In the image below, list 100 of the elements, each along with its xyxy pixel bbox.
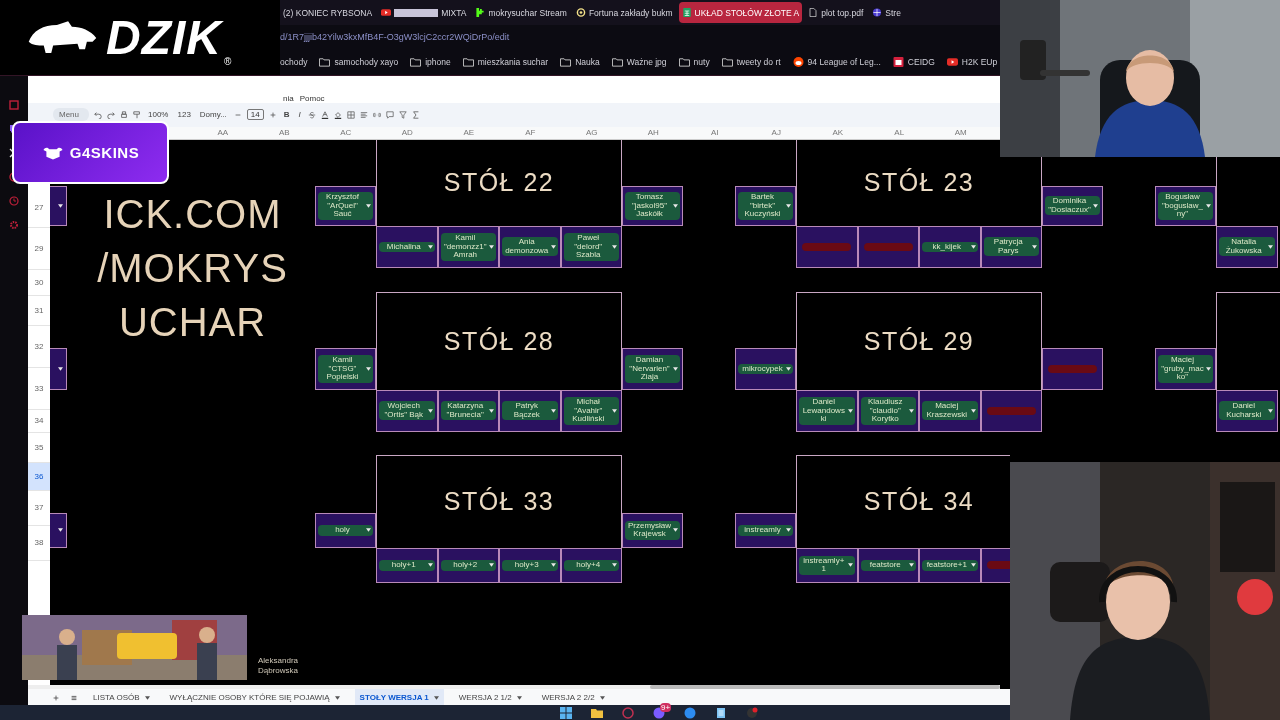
column-header[interactable]: AA — [192, 128, 254, 138]
app-icon[interactable] — [746, 706, 758, 719]
browser-tab[interactable]: UKŁAD STOŁÓW ZŁOTE A — [678, 2, 803, 23]
name-dropdown[interactable]: instreamly — [738, 525, 793, 536]
link-icon[interactable] — [372, 110, 381, 119]
browser-tab[interactable]: plot top.pdf — [805, 2, 867, 23]
column-header[interactable]: AL — [868, 128, 930, 138]
menu-search-field[interactable]: Menu — [53, 108, 89, 122]
name-dropdown[interactable]: featstore+1 — [922, 560, 978, 571]
circle-app-icon[interactable] — [684, 706, 696, 719]
name-dropdown[interactable]: Patrycja Parys — [983, 237, 1039, 257]
name-dropdown[interactable]: holy+2 — [440, 560, 496, 571]
bold-button[interactable]: B — [281, 110, 292, 120]
sheet-tab[interactable]: WYŁĄCZNIE OSOBY KTÓRE SIĘ POJAWIĄ — [164, 689, 345, 706]
name-dropdown[interactable]: kk_kijek — [922, 241, 978, 253]
font-size-field[interactable]: 14 — [246, 109, 264, 121]
name-dropdown[interactable]: Krzysztof "ArQuel" Sauć — [318, 192, 373, 220]
name-dropdown[interactable]: Daniel Lewandowski — [799, 397, 855, 425]
add-sheet-icon[interactable] — [52, 693, 60, 702]
name-dropdown[interactable]: Ania demonzowa — [502, 237, 558, 257]
column-header[interactable]: AK — [807, 128, 869, 138]
name-dropdown[interactable]: Paweł "delord" Szabla — [563, 233, 619, 261]
browser-tab[interactable]: Fortuna zakłady bukm — [572, 2, 676, 23]
align-icon[interactable] — [359, 110, 368, 119]
name-dropdown[interactable]: Maciej Kraszewski — [922, 401, 978, 421]
fill-color-icon[interactable] — [333, 110, 342, 119]
name-dropdown[interactable]: Wojciech "Ortis" Bąk — [379, 401, 435, 421]
column-header[interactable]: AH — [622, 128, 684, 138]
browser-tab[interactable]: (2) KONIEC RYBSONA — [280, 2, 376, 23]
name-dropdown[interactable]: Bogusław "boguslaw_ny" — [1158, 192, 1213, 220]
bookmark[interactable]: Ważne jpg — [611, 57, 667, 67]
name-dropdown[interactable]: Kamil "demonzz1" Amrah — [440, 233, 496, 261]
menu-item[interactable]: nia — [283, 93, 294, 103]
paint-format-icon[interactable] — [133, 110, 141, 119]
filter-icon[interactable] — [398, 110, 407, 119]
sheet-tab[interactable]: WERSJA 2 2/2 — [536, 689, 610, 706]
notepad-icon[interactable] — [715, 706, 727, 719]
plus-icon[interactable] — [268, 110, 277, 119]
bookmark[interactable]: mieszkania suchar — [462, 57, 549, 67]
name-dropdown[interactable]: holy+3 — [502, 560, 558, 571]
bookmark[interactable]: tweety do rt — [721, 57, 781, 67]
name-dropdown[interactable]: Przemysław Krajewsk — [625, 520, 680, 540]
name-dropdown[interactable]: Maciej "gruby_macko" — [1158, 355, 1213, 383]
column-header[interactable]: AG — [561, 128, 623, 138]
font-dropdown[interactable]: Domy... — [197, 110, 229, 120]
name-dropdown[interactable] — [50, 185, 67, 226]
address-bar[interactable]: d/1R7jjjib42Yilw3kxMfB4F-O3gW3lcjC2ccr2WQiDrPo/edit — [280, 32, 510, 42]
column-header[interactable]: AE — [438, 128, 500, 138]
name-dropdown[interactable]: holy+4 — [563, 560, 619, 571]
bookmark[interactable]: ochody — [280, 57, 308, 67]
number-format-button[interactable]: 123 — [175, 110, 193, 120]
name-dropdown[interactable]: Natalia Żukowska — [1219, 237, 1275, 257]
windows-icon[interactable] — [560, 706, 572, 719]
bookmark[interactable]: CEIDG — [892, 57, 935, 67]
name-dropdown[interactable] — [50, 347, 67, 390]
column-header[interactable]: AM — [930, 128, 992, 138]
bookmark[interactable]: samochody xayo — [319, 57, 399, 67]
comment-icon[interactable] — [385, 110, 394, 119]
name-dropdown[interactable]: Damian "Nervarien" Ziaja — [625, 355, 680, 383]
folder-icon[interactable] — [591, 706, 603, 719]
bookmark[interactable]: Nauka — [560, 57, 600, 67]
name-dropdown[interactable]: Dominika "Dosiaczux" — [1045, 196, 1100, 216]
text-color-icon[interactable] — [320, 110, 329, 119]
row-number[interactable]: 36 — [28, 462, 50, 491]
name-dropdown[interactable]: mikrocypek — [738, 363, 793, 375]
name-dropdown[interactable]: Patryk Bączek — [502, 401, 558, 421]
menu-icon[interactable] — [70, 693, 78, 702]
redo-icon[interactable] — [107, 110, 115, 119]
name-dropdown[interactable] — [50, 512, 67, 548]
scrollbar-thumb[interactable] — [650, 685, 1000, 689]
print-icon[interactable] — [120, 110, 128, 119]
name-dropdown[interactable]: instreamly+1 — [799, 555, 855, 575]
column-header[interactable]: AJ — [745, 128, 807, 138]
zoom-dropdown[interactable]: 100% — [146, 110, 171, 120]
italic-button[interactable]: I — [296, 110, 303, 120]
column-header[interactable]: AB — [253, 128, 315, 138]
name-dropdown[interactable]: Bartek "birtek" Kuczyński — [738, 192, 793, 220]
name-dropdown[interactable]: Daniel Kucharski — [1219, 401, 1275, 421]
name-dropdown[interactable]: Kamil "CTSG" Popielski — [318, 355, 373, 383]
sigma-icon[interactable] — [411, 110, 420, 119]
bookmark[interactable]: 94 League of Leg... — [792, 57, 881, 67]
name-dropdown[interactable]: Michał "Avahir" Kudliński — [563, 397, 619, 425]
bookmark[interactable]: iphone — [410, 57, 451, 67]
column-header[interactable]: AF — [499, 128, 561, 138]
column-header[interactable]: AD — [376, 128, 438, 138]
browser-tab[interactable]: MIXTA — [378, 2, 470, 23]
bookmark[interactable]: H2K EUp — [946, 57, 998, 67]
name-dropdown[interactable]: holy+1 — [379, 560, 435, 571]
borders-icon[interactable] — [346, 110, 355, 119]
strikethrough-icon[interactable] — [307, 110, 316, 119]
browser-tab[interactable]: Stre — [869, 2, 904, 23]
menu-item[interactable]: Pomoc — [299, 93, 325, 103]
column-header[interactable]: AC — [315, 128, 377, 138]
name-dropdown[interactable]: Klaudiusz "claudio" Korytko — [860, 397, 916, 425]
sheet-tab[interactable]: LISTA OSÓB — [88, 689, 155, 706]
name-dropdown[interactable]: featstore — [860, 560, 916, 571]
column-header[interactable]: AI — [684, 128, 746, 138]
undo-icon[interactable] — [94, 110, 102, 119]
name-dropdown[interactable]: Michalina — [379, 241, 435, 253]
sheet-tab[interactable]: WERSJA 2 1/2 — [453, 689, 527, 706]
